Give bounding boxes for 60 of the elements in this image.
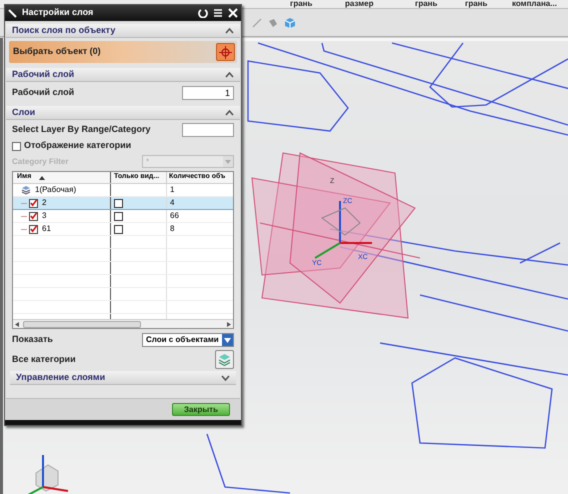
layer-checkbox[interactable] — [29, 198, 38, 208]
section-title: Управление слоями — [16, 370, 106, 384]
layer-name: 1(Рабочая) — [34, 184, 76, 196]
reset-icon[interactable] — [198, 8, 208, 18]
visible-only-checkbox[interactable] — [114, 198, 123, 208]
view-triad-drawing — [28, 455, 68, 494]
section-header[interactable]: Поиск слоя по объекту — [6, 24, 240, 38]
section-header[interactable]: Рабочий слой — [6, 68, 240, 82]
layer-stack-icon — [218, 353, 231, 366]
sort-up-icon — [39, 176, 46, 180]
menu-label[interactable]: грань — [465, 0, 488, 10]
layer-name: 61 — [41, 223, 51, 235]
range-label: Select Layer By Range/Category — [12, 123, 151, 136]
menu-label[interactable]: размер — [345, 0, 374, 10]
layer-row[interactable]: 1(Рабочая) 1 — [13, 184, 233, 197]
menu-label[interactable]: грань — [415, 0, 438, 10]
section-title: Слои — [12, 106, 36, 119]
crosshair-button[interactable] — [216, 43, 235, 61]
menu-label[interactable]: комплана... — [512, 0, 557, 10]
visible-only-checkbox[interactable] — [114, 224, 123, 234]
show-label: Показать — [12, 333, 53, 346]
range-field[interactable] — [182, 123, 234, 137]
dropdown-arrow-icon — [225, 160, 231, 164]
scroll-right-icon[interactable] — [227, 322, 231, 326]
scroll-left-icon[interactable] — [15, 322, 19, 326]
horizontal-scrollbar[interactable] — [13, 319, 233, 328]
all-categories-label: Все категории — [12, 352, 76, 366]
object-count: 4 — [169, 197, 176, 209]
section-header[interactable]: Управление слоями — [10, 371, 236, 385]
category-display-label: Отображение категории — [24, 139, 132, 152]
show-dropdown[interactable]: Слои с объектами — [142, 333, 234, 347]
layer-name: 3 — [41, 210, 46, 222]
layer-row[interactable]: 61 8 — [13, 223, 233, 236]
category-display-checkbox[interactable] — [12, 142, 21, 150]
close-icon[interactable] — [228, 8, 238, 18]
object-count: 66 — [169, 210, 180, 222]
work-layer-field[interactable]: 1 — [182, 86, 234, 100]
layers-button[interactable] — [215, 350, 234, 369]
menu-label[interactable]: грань — [290, 0, 312, 10]
layer-row[interactable]: 2 4 — [13, 197, 233, 210]
section-title: Поиск слоя по объекту — [12, 24, 116, 37]
cube-icon[interactable] — [284, 16, 296, 28]
window-title: Настройки слоя — [22, 6, 94, 20]
dropdown-arrow-icon — [224, 338, 231, 342]
layer-stack-icon — [21, 185, 31, 195]
object-count: 8 — [169, 223, 176, 235]
visible-only-checkbox[interactable] — [114, 212, 123, 220]
select-object-label: Выбрать объект (0) — [13, 45, 101, 58]
work-layer-label: Рабочий слой — [12, 86, 74, 100]
crosshair-icon — [219, 46, 232, 58]
object-count: 1 — [169, 184, 176, 196]
menu-icon[interactable] — [213, 8, 223, 18]
layer-checkbox[interactable] — [29, 212, 38, 220]
section-header[interactable]: Слои — [6, 106, 240, 120]
layer-checkbox[interactable] — [29, 224, 38, 234]
section-title: Рабочий слой — [12, 68, 74, 81]
layer-row[interactable]: 3 66 — [13, 210, 233, 223]
layer-name: 2 — [41, 197, 46, 209]
select-object-row[interactable]: Выбрать объект (0) — [9, 41, 237, 63]
close-button[interactable]: Закрыть — [172, 403, 230, 416]
